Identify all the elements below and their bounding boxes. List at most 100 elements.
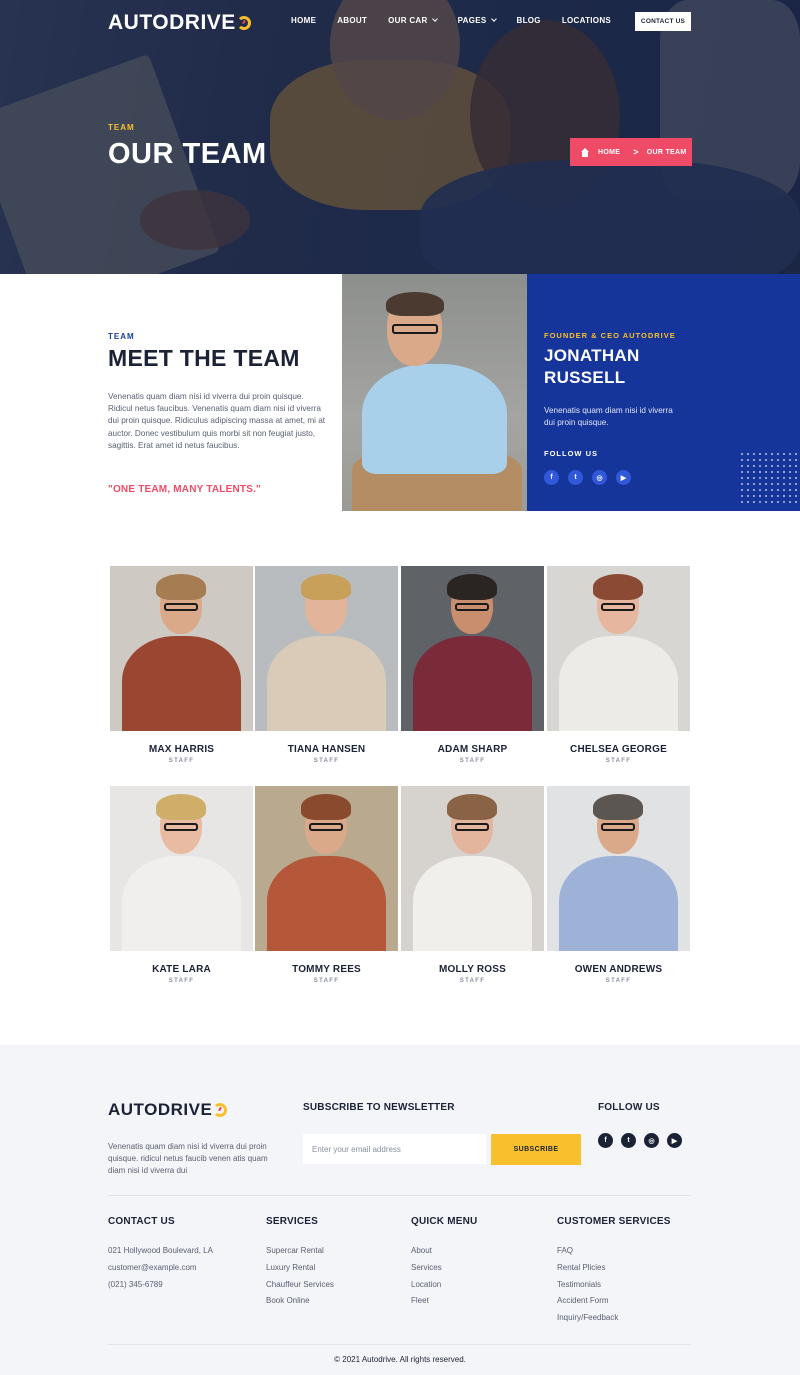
subscribe-button[interactable]: SUBSCRIBE bbox=[491, 1134, 581, 1165]
ceo-follow-label: FOLLOW US bbox=[544, 449, 598, 458]
footer-column-title: CONTACT US bbox=[108, 1216, 175, 1227]
nav-home[interactable]: HOME bbox=[291, 16, 316, 25]
youtube-icon[interactable]: ▶ bbox=[616, 470, 631, 485]
nav-pages[interactable]: PAGES bbox=[457, 16, 497, 25]
facebook-icon[interactable]: f bbox=[544, 470, 559, 485]
footer-link[interactable]: Services bbox=[411, 1260, 477, 1277]
nav-about[interactable]: ABOUT bbox=[337, 16, 367, 25]
photo-hair bbox=[156, 574, 206, 600]
team-member-card[interactable]: TOMMY REES STAFF bbox=[255, 786, 398, 984]
team-member-card[interactable]: KATE LARA STAFF bbox=[110, 786, 253, 984]
footer-link[interactable]: Testimonials bbox=[557, 1277, 671, 1294]
photo-body bbox=[122, 636, 241, 731]
team-member-name: OWEN ANDREWS bbox=[574, 964, 663, 975]
hero-banner: AUTODRIVE HOME ABOUT OUR CAR PAGES BLOG … bbox=[0, 0, 800, 274]
team-member-name: MOLLY ROSS bbox=[438, 964, 506, 975]
footer-link[interactable]: About bbox=[411, 1243, 477, 1260]
footer-link-list: Supercar Rental Luxury Rental Chauffeur Se… bbox=[266, 1243, 334, 1310]
newsletter-email-input[interactable] bbox=[303, 1134, 486, 1164]
ceo-photo-glasses bbox=[392, 324, 438, 334]
photo-glasses bbox=[455, 603, 489, 611]
team-member-role: STAFF bbox=[459, 978, 486, 984]
footer-link[interactable]: Supercar Rental bbox=[266, 1243, 334, 1260]
photo-glasses bbox=[164, 823, 198, 831]
footer-link[interactable]: FAQ bbox=[557, 1243, 671, 1260]
nav-label: PAGES bbox=[457, 16, 487, 25]
ceo-role: FOUNDER & CEO AUTODRIVE bbox=[544, 331, 676, 340]
logo-text: AUTODRIVE bbox=[108, 1100, 213, 1119]
footer-link-list: 021 Hollywood Boulevard, LA customer@exam… bbox=[108, 1243, 213, 1293]
hero-overlay bbox=[0, 0, 800, 274]
photo-body bbox=[122, 856, 241, 951]
instagram-icon[interactable]: ◎ bbox=[592, 470, 607, 485]
team-member-card[interactable]: MOLLY ROSS STAFF bbox=[401, 786, 544, 984]
team-member-card[interactable]: ADAM SHARP STAFF bbox=[401, 566, 544, 764]
ceo-photo-shirt bbox=[362, 364, 507, 474]
main-nav: HOME ABOUT OUR CAR PAGES BLOG LOCATIONS bbox=[291, 16, 632, 25]
team-member-card[interactable]: CHELSEA GEORGE STAFF bbox=[547, 566, 690, 764]
footer-link[interactable]: Fleet bbox=[411, 1293, 477, 1310]
youtube-icon[interactable]: ▶ bbox=[667, 1133, 682, 1148]
footer-link-list: About Services Location Fleet bbox=[411, 1243, 477, 1310]
home-icon bbox=[580, 147, 590, 157]
facebook-icon[interactable]: f bbox=[598, 1133, 613, 1148]
team-member-card[interactable]: MAX HARRIS STAFF bbox=[110, 566, 253, 764]
ceo-photo bbox=[342, 274, 527, 511]
photo-body bbox=[559, 636, 678, 731]
team-quote: "ONE TEAM, MANY TALENTS." bbox=[108, 484, 262, 495]
team-member-card[interactable]: TIANA HANSEN STAFF bbox=[255, 566, 398, 764]
nav-locations[interactable]: LOCATIONS bbox=[562, 16, 611, 25]
contact-us-button[interactable]: CONTACT US bbox=[635, 12, 691, 31]
team-member-card[interactable]: OWEN ANDREWS STAFF bbox=[547, 786, 690, 984]
team-member-name: KATE LARA bbox=[152, 964, 211, 975]
footer-link[interactable]: Rental Plicies bbox=[557, 1260, 671, 1277]
twitter-icon[interactable]: t bbox=[621, 1133, 636, 1148]
team-member-name: TOMMY REES bbox=[292, 964, 361, 975]
footer-link[interactable]: Luxury Rental bbox=[266, 1260, 334, 1277]
breadcrumb-home-link[interactable]: HOME bbox=[598, 149, 620, 156]
footer-link[interactable]: Inquiry/Feedback bbox=[557, 1310, 671, 1327]
footer-link[interactable]: Location bbox=[411, 1277, 477, 1294]
breadcrumb: HOME > OUR TEAM bbox=[570, 138, 692, 166]
team-member-role: STAFF bbox=[313, 758, 340, 764]
ceo-social-links: f t ◎ ▶ bbox=[544, 470, 631, 485]
site-footer: AUTODRIVE Venenatis quam diam nisi id vi… bbox=[0, 1045, 800, 1375]
site-logo[interactable]: AUTODRIVE bbox=[108, 10, 251, 36]
section-title: MEET THE TEAM bbox=[108, 345, 300, 371]
footer-about: Venenatis quam diam nisi id viverra dui … bbox=[108, 1142, 268, 1176]
team-member-photo bbox=[401, 566, 544, 731]
footer-column-title: CUSTOMER SERVICES bbox=[557, 1216, 671, 1227]
team-member-photo bbox=[401, 786, 544, 951]
footer-divider bbox=[108, 1344, 691, 1345]
footer-link[interactable]: Chauffeur Services bbox=[266, 1277, 334, 1294]
newsletter-title: SUBSCRIBE TO NEWSLETTER bbox=[303, 1102, 455, 1113]
footer-link[interactable]: Book Online bbox=[266, 1293, 334, 1310]
chevron-down-icon bbox=[431, 16, 438, 22]
team-member-name: MAX HARRIS bbox=[148, 744, 215, 755]
footer-follow-title: FOLLOW US bbox=[598, 1102, 660, 1113]
team-member-role: STAFF bbox=[168, 978, 195, 984]
footer-link: (021) 345-6789 bbox=[108, 1279, 163, 1289]
photo-body bbox=[559, 856, 678, 951]
photo-body bbox=[267, 636, 386, 731]
footer-column: CONTACT US 021 Hollywood Boulevard, LA cus… bbox=[108, 1216, 213, 1293]
footer-logo[interactable]: AUTODRIVE bbox=[108, 1100, 228, 1120]
nav-label: OUR CAR bbox=[388, 16, 428, 25]
logo-speedometer-icon bbox=[236, 16, 251, 30]
section-paragraph: Venenatis quam diam nisi id viverra dui … bbox=[108, 392, 326, 450]
nav-blog[interactable]: BLOG bbox=[517, 16, 541, 25]
footer-link[interactable]: Accident Form bbox=[557, 1293, 671, 1310]
team-member-role: STAFF bbox=[605, 978, 632, 984]
nav-our-car[interactable]: OUR CAR bbox=[388, 16, 438, 25]
logo-speedometer-icon bbox=[213, 1103, 228, 1117]
nav-label: LOCATIONS bbox=[561, 16, 612, 25]
team-member-role: STAFF bbox=[168, 758, 195, 764]
photo-body bbox=[413, 856, 532, 951]
hero-eyebrow: TEAM bbox=[108, 123, 135, 132]
team-member-photo bbox=[547, 786, 690, 951]
nav-label: HOME bbox=[291, 16, 317, 25]
footer-column: SERVICES Supercar Rental Luxury Rental Chau… bbox=[266, 1216, 334, 1310]
instagram-icon[interactable]: ◎ bbox=[644, 1133, 659, 1148]
twitter-icon[interactable]: t bbox=[568, 470, 583, 485]
photo-glasses bbox=[164, 603, 198, 611]
